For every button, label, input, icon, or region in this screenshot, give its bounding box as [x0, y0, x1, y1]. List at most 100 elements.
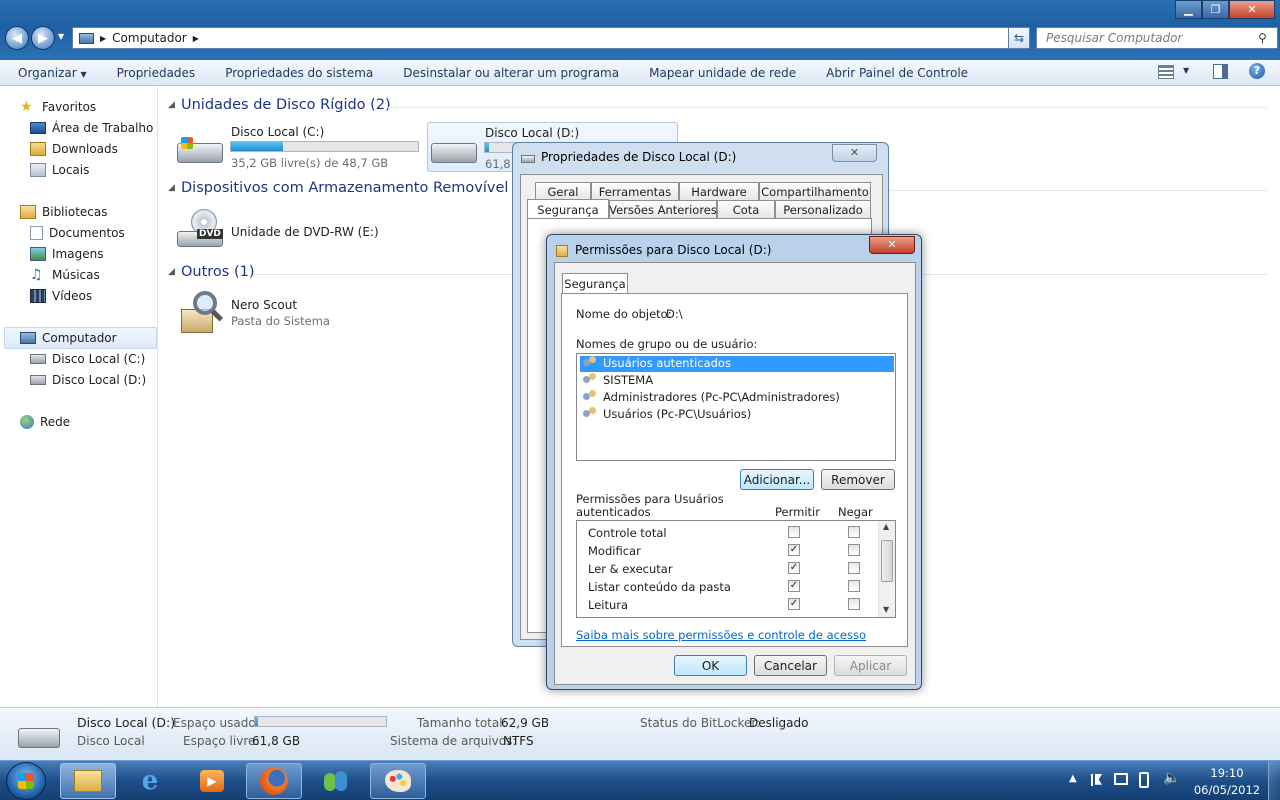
deny-checkbox[interactable] — [848, 562, 860, 574]
allow-checkbox[interactable]: ✓ — [788, 562, 800, 574]
permission-name: Ler & executar — [588, 562, 673, 576]
usb-device-icon[interactable] — [1139, 772, 1149, 788]
breadcrumb-arrow-icon[interactable]: ▶ — [193, 34, 199, 43]
search-icon[interactable]: ⚲ — [1258, 31, 1267, 45]
preview-pane-icon[interactable] — [1213, 64, 1228, 79]
user-row[interactable]: Administradores (Pc-PC\Administradores) — [583, 390, 840, 404]
volume-icon[interactable]: 🔈 — [1163, 770, 1180, 786]
scrollbar-thumb[interactable] — [881, 540, 893, 582]
tab-security[interactable]: Segurança — [527, 199, 609, 219]
address-bar[interactable]: ▶ Computador ▶ ▼ — [72, 27, 1030, 49]
nav-favorites[interactable]: ★ Favoritos — [20, 100, 96, 114]
properties-close-button[interactable]: ✕ — [832, 144, 877, 162]
dvd-drive-icon: DVD — [177, 209, 223, 247]
breadcrumb-computer[interactable]: Computador — [112, 31, 187, 45]
nav-libraries[interactable]: Bibliotecas — [20, 205, 107, 219]
refresh-icon[interactable]: ⇆ — [1008, 27, 1030, 49]
tab-tools[interactable]: Ferramentas — [591, 182, 679, 200]
tab-quota[interactable]: Cota — [717, 200, 775, 218]
open-control-panel-button[interactable]: Abrir Painel de Controle — [811, 66, 983, 80]
nav-drive-d[interactable]: Disco Local (D:) — [30, 373, 146, 387]
nav-downloads[interactable]: Downloads — [30, 142, 118, 156]
allow-checkbox[interactable]: ✓ — [788, 580, 800, 592]
permissions-close-button[interactable]: ✕ — [869, 236, 915, 254]
properties-button[interactable]: Propriedades — [102, 66, 211, 80]
tab-sharing[interactable]: Compartilhamento — [759, 182, 871, 200]
system-properties-button[interactable]: Propriedades do sistema — [210, 66, 388, 80]
users-listbox[interactable]: Usuários autenticados SISTEMA Administra… — [576, 353, 896, 461]
nav-drive-c[interactable]: Disco Local (C:) — [30, 352, 145, 366]
tab-hardware[interactable]: Hardware — [679, 182, 759, 200]
nero-scout-tile[interactable]: Nero Scout Pasta do Sistema — [175, 287, 395, 339]
tab-general[interactable]: Geral — [535, 182, 591, 200]
taskbar-messenger[interactable] — [308, 763, 364, 799]
uninstall-program-button[interactable]: Desinstalar ou alterar um programa — [388, 66, 634, 80]
details-used-label: Espaço usado: — [173, 716, 260, 730]
tab-security[interactable]: Segurança — [562, 273, 628, 293]
ok-button[interactable]: OK — [674, 655, 747, 676]
close-window-button[interactable]: ✕ — [1229, 0, 1275, 19]
nav-computer[interactable]: Computador — [20, 331, 117, 345]
nav-music[interactable]: ♫ Músicas — [30, 268, 100, 282]
view-dropdown-icon[interactable]: ▼ — [1183, 66, 1189, 75]
taskbar-firefox[interactable] — [246, 763, 302, 799]
folder-lock-icon — [556, 245, 568, 257]
tab-previous-versions[interactable]: Versões Anteriores — [609, 200, 717, 218]
learn-more-link[interactable]: Saiba mais sobre permissões e controle d… — [576, 628, 866, 642]
search-input[interactable]: Pesquisar Computador — [1036, 27, 1278, 49]
nav-places[interactable]: Locais — [30, 163, 89, 177]
permissions-scrollbar[interactable]: ▲ ▼ — [878, 521, 895, 617]
allow-checkbox[interactable]: ✓ — [788, 598, 800, 610]
group-header-removable[interactable]: Dispositivos com Armazenamento Removível… — [181, 180, 534, 196]
taskbar-internet-explorer[interactable]: e — [122, 763, 178, 799]
nav-network[interactable]: Rede — [20, 415, 70, 429]
deny-checkbox[interactable] — [848, 580, 860, 592]
forward-button[interactable]: ▶ — [31, 26, 55, 50]
apply-button[interactable]: Aplicar — [834, 655, 907, 676]
clock-time[interactable]: 19:10 — [1190, 766, 1264, 780]
add-button[interactable]: Adicionar... — [740, 469, 814, 490]
cancel-button[interactable]: Cancelar — [754, 655, 827, 676]
user-row[interactable]: Usuários (Pc-PC\Usuários) — [583, 407, 751, 421]
allow-checkbox[interactable] — [788, 526, 800, 538]
help-icon[interactable]: ? — [1249, 63, 1265, 79]
user-row[interactable]: Usuários autenticados — [583, 356, 731, 370]
action-center-flag-icon[interactable] — [1091, 774, 1102, 786]
deny-checkbox[interactable] — [848, 544, 860, 556]
taskbar-media-player[interactable]: ▶ — [184, 763, 240, 799]
deny-checkbox[interactable] — [848, 598, 860, 610]
nav-desktop[interactable]: Área de Trabalho — [30, 121, 153, 135]
network-status-icon[interactable] — [1114, 773, 1128, 785]
clock-date[interactable]: 06/05/2012 — [1190, 783, 1264, 797]
organize-button[interactable]: Organizar ▼ — [0, 66, 102, 80]
user-row[interactable]: SISTEMA — [583, 373, 653, 387]
back-button[interactable]: ◀ — [5, 26, 29, 50]
map-network-drive-button[interactable]: Mapear unidade de rede — [634, 66, 811, 80]
start-button[interactable] — [6, 762, 46, 800]
nav-pictures[interactable]: Imagens — [30, 247, 103, 261]
allow-checkbox[interactable]: ✓ — [788, 544, 800, 556]
recent-pages-chevron-icon[interactable]: ▼ — [58, 32, 64, 41]
tab-customize[interactable]: Personalizado — [775, 200, 871, 218]
taskbar-explorer[interactable] — [60, 763, 116, 799]
drive-c-tile[interactable]: Disco Local (C:) 35,2 GB livre(s) de 48,… — [175, 125, 425, 173]
group-header-others[interactable]: Outros (1) — [181, 264, 255, 280]
show-desktop-button[interactable] — [1268, 761, 1280, 800]
collapse-group-icon[interactable]: ◢ — [168, 267, 175, 277]
nav-documents[interactable]: Documentos — [30, 226, 125, 240]
scroll-up-icon[interactable]: ▲ — [883, 522, 889, 531]
details-fs-value: NTFS — [503, 734, 534, 748]
view-options-icon[interactable] — [1158, 65, 1174, 79]
nav-videos[interactable]: Vídeos — [30, 289, 92, 303]
collapse-group-icon[interactable]: ◢ — [168, 100, 175, 110]
maximize-button[interactable]: ❐ — [1202, 0, 1229, 19]
collapse-group-icon[interactable]: ◢ — [168, 183, 175, 193]
show-hidden-icons-button[interactable]: ▲ — [1069, 773, 1077, 784]
remove-button[interactable]: Remover — [821, 469, 895, 490]
deny-checkbox[interactable] — [848, 526, 860, 538]
minimize-button[interactable]: ▁ — [1175, 0, 1202, 19]
scroll-down-icon[interactable]: ▼ — [883, 605, 889, 614]
group-header-hdd[interactable]: Unidades de Disco Rígido (2) — [181, 97, 391, 113]
dvd-drive-tile[interactable]: DVD Unidade de DVD-RW (E:) — [175, 205, 395, 255]
taskbar-paint[interactable] — [370, 763, 426, 799]
